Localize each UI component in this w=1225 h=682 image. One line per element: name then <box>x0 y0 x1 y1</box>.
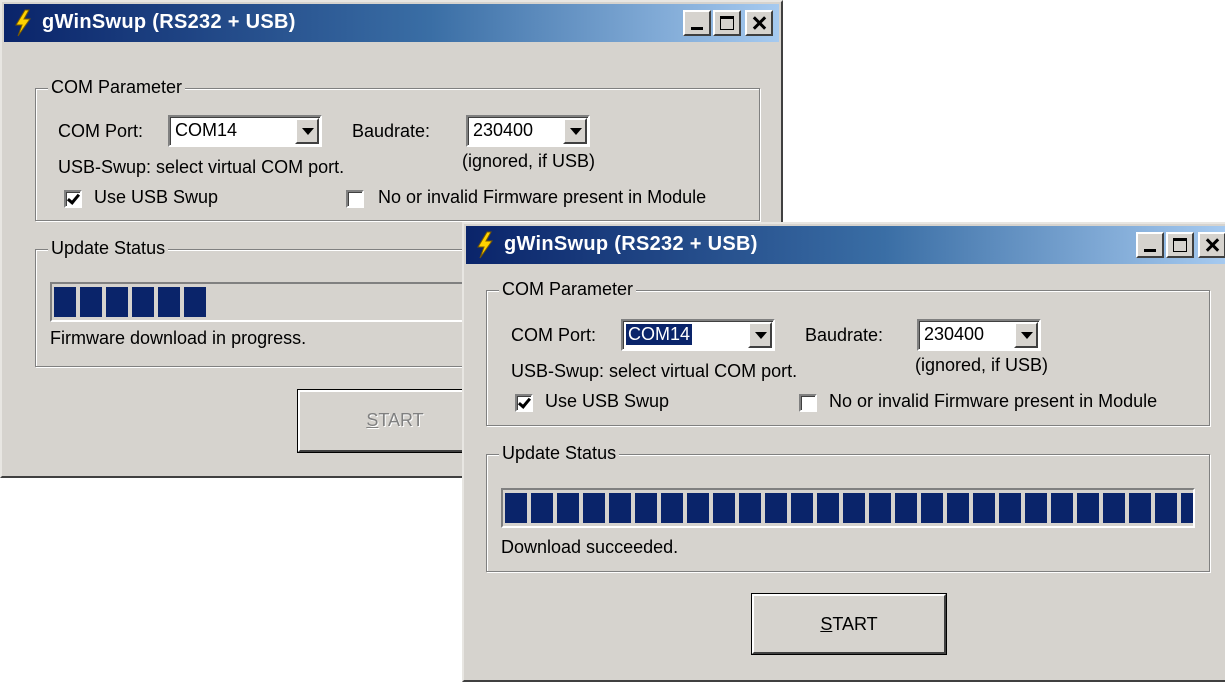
chevron-down-icon[interactable] <box>295 118 319 144</box>
start-button-label: START <box>820 614 878 634</box>
progress-segment <box>158 287 180 317</box>
progress-segment <box>635 493 657 523</box>
progress-segment <box>817 493 839 523</box>
progress-segment <box>184 287 206 317</box>
update-status-group: Update Status Download succeeded. <box>486 443 1210 572</box>
progress-segment <box>1025 493 1047 523</box>
progress-segment <box>80 287 102 317</box>
com-port-select[interactable]: COM14 <box>621 319 775 351</box>
window-title: gWinSwup (RS232 + USB) <box>504 233 758 255</box>
title-buttons <box>1134 232 1225 258</box>
com-port-select[interactable]: COM14 <box>168 115 322 147</box>
no-firmware-label[interactable]: No or invalid Firmware present in Module <box>378 187 706 208</box>
progress-segment <box>531 493 553 523</box>
minimize-button[interactable] <box>683 10 711 36</box>
progress-segment <box>921 493 943 523</box>
progress-segment <box>947 493 969 523</box>
com-port-value: COM14 <box>626 324 693 345</box>
progress-segment <box>583 493 605 523</box>
chevron-down-icon[interactable] <box>748 322 772 348</box>
com-port-value: COM14 <box>175 120 238 140</box>
progress-segment <box>791 493 813 523</box>
progress-segment <box>1051 493 1073 523</box>
maximize-button[interactable] <box>713 10 741 36</box>
no-firmware-checkbox[interactable] <box>799 394 817 412</box>
progress-segment <box>106 287 128 317</box>
progress-segment <box>54 287 76 317</box>
progress-segment <box>687 493 709 523</box>
no-firmware-label[interactable]: No or invalid Firmware present in Module <box>829 391 1157 412</box>
progress-segment <box>973 493 995 523</box>
use-usb-swup-label[interactable]: Use USB Swup <box>545 391 669 412</box>
baudrate-label: Baudrate: <box>352 121 431 141</box>
progress-segment <box>132 287 154 317</box>
progress-bar <box>501 488 1195 528</box>
progress-segment <box>869 493 891 523</box>
com-parameter-legend: COM Parameter <box>48 77 186 98</box>
use-usb-swup-label[interactable]: Use USB Swup <box>94 187 218 208</box>
progress-segment <box>661 493 683 523</box>
progress-segment <box>557 493 579 523</box>
baudrate-value: 230400 <box>473 120 534 140</box>
no-firmware-checkbox[interactable] <box>346 190 364 208</box>
update-status-legend: Update Status <box>48 238 169 259</box>
chevron-down-icon[interactable] <box>563 118 587 144</box>
maximize-button[interactable] <box>1166 232 1194 258</box>
progress-segment <box>713 493 735 523</box>
com-port-label: COM Port: <box>58 121 144 141</box>
baudrate-hint: (ignored, if USB) <box>915 355 1049 375</box>
use-usb-swup-checkbox[interactable] <box>64 190 82 208</box>
progress-segment <box>765 493 787 523</box>
progress-segment <box>609 493 631 523</box>
window-title: gWinSwup (RS232 + USB) <box>42 11 296 33</box>
progress-segment <box>843 493 865 523</box>
progress-segment <box>1129 493 1151 523</box>
gwinswup-window-succeeded[interactable]: gWinSwup (RS232 + USB) COM Parameter COM… <box>462 222 1225 682</box>
com-parameter-group: COM Parameter COM Port: COM14 Baudrate: … <box>486 279 1210 426</box>
start-button[interactable]: START <box>751 593 947 655</box>
use-usb-swup-checkbox[interactable] <box>515 394 533 412</box>
update-status-legend: Update Status <box>499 443 620 464</box>
close-button[interactable] <box>1198 232 1225 258</box>
close-button[interactable] <box>745 10 773 36</box>
progress-segment <box>1077 493 1099 523</box>
progress-segment <box>1103 493 1125 523</box>
start-button-label: START <box>366 410 424 430</box>
baudrate-label: Baudrate: <box>805 325 884 345</box>
progress-segment <box>1181 493 1193 523</box>
progress-segment <box>505 493 527 523</box>
com-parameter-group: COM Parameter COM Port: COM14 Baudrate: … <box>35 77 760 221</box>
progress-segment <box>1155 493 1177 523</box>
status-text: Firmware download in progress. <box>50 328 307 348</box>
chevron-down-icon[interactable] <box>1014 322 1038 348</box>
baudrate-select[interactable]: 230400 <box>466 115 590 147</box>
usb-swup-hint: USB-Swup: select virtual COM port. <box>511 361 798 381</box>
baudrate-hint: (ignored, if USB) <box>462 151 596 171</box>
lightning-icon <box>477 231 493 259</box>
progress-segment <box>895 493 917 523</box>
baudrate-value: 230400 <box>924 324 985 344</box>
com-port-label: COM Port: <box>511 325 597 345</box>
title-buttons <box>681 10 773 36</box>
com-parameter-legend: COM Parameter <box>499 279 637 300</box>
baudrate-select[interactable]: 230400 <box>917 319 1041 351</box>
lightning-icon <box>15 9 31 37</box>
title-bar[interactable]: gWinSwup (RS232 + USB) <box>466 226 1225 264</box>
status-text: Download succeeded. <box>501 537 679 557</box>
progress-segment <box>739 493 761 523</box>
title-bar[interactable]: gWinSwup (RS232 + USB) <box>4 4 779 42</box>
progress-segment <box>999 493 1021 523</box>
usb-swup-hint: USB-Swup: select virtual COM port. <box>58 157 345 177</box>
minimize-button[interactable] <box>1136 232 1164 258</box>
